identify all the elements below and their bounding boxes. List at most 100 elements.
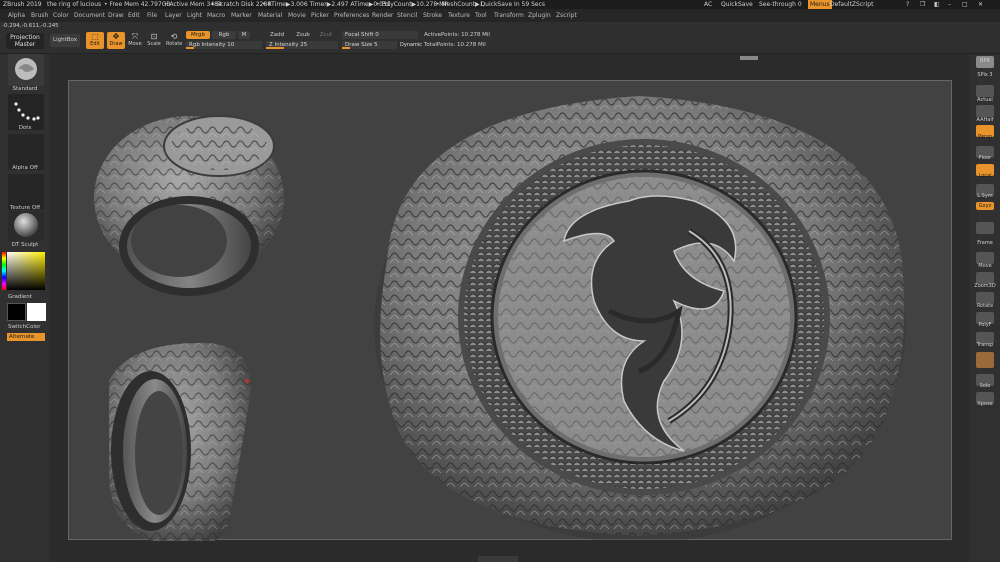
mrgb-button[interactable]: Mrgb: [186, 31, 210, 39]
menu-marker[interactable]: Marker: [231, 9, 252, 22]
ring-view-side: [109, 342, 251, 547]
menu-file[interactable]: File: [147, 9, 157, 22]
rotate-button[interactable]: ⟲ Rotate: [166, 32, 182, 49]
dock-icon[interactable]: ◧: [934, 0, 940, 9]
scale-icon: ⊡: [150, 32, 158, 41]
spix-slider[interactable]: SPix 3: [970, 72, 1000, 78]
menu-texture[interactable]: Texture: [448, 9, 470, 22]
scale-label: Scale: [147, 41, 161, 47]
xyz-label: Gxyz: [978, 203, 992, 209]
switch-color-button[interactable]: SwitchColor: [0, 324, 50, 330]
menu-material[interactable]: Material: [258, 9, 282, 22]
xpose-label: Xpose: [977, 401, 993, 407]
menu-edit[interactable]: Edit: [128, 9, 140, 22]
timers: • RTime▶3.006 Timer▶2.497 ATime▶0.031: [262, 1, 391, 8]
edit-label: Edit: [90, 41, 100, 47]
top-shelf: Projection Master LightBox ⬚ Edit ✥ Draw…: [0, 22, 1000, 54]
ac-label[interactable]: AC: [704, 0, 712, 9]
draw-label: Draw: [109, 41, 123, 47]
menu-document[interactable]: Document: [74, 9, 105, 22]
projection-master-button[interactable]: Projection Master: [6, 33, 44, 49]
menu-render[interactable]: Render: [372, 9, 393, 22]
actual-label: Actual: [977, 97, 993, 103]
color-picker[interactable]: [7, 252, 45, 290]
secondary-color-swatch[interactable]: [7, 303, 26, 321]
restore-icon[interactable]: ❐: [920, 0, 925, 9]
material-label: DT Sculpt: [11, 242, 39, 248]
quicksave-timer: • QuickSave In 59 Secs: [475, 1, 545, 8]
maximize-icon[interactable]: □: [962, 0, 968, 9]
canvas-area: [50, 54, 970, 562]
rgb-intensity-slider[interactable]: Rgb Intensity 10: [186, 41, 262, 49]
ring-render: [94, 96, 906, 547]
z-intensity-slider[interactable]: Z Intensity 25: [266, 41, 338, 49]
menu-light[interactable]: Light: [187, 9, 202, 22]
close-icon[interactable]: ✕: [978, 0, 983, 9]
menus-button[interactable]: Menus: [808, 0, 832, 9]
menu-zplugin[interactable]: Zplugin: [528, 9, 551, 22]
z-intensity-fill: [266, 47, 284, 49]
rotate-label: Rotate: [166, 41, 183, 47]
draw-size-fill: [342, 47, 350, 49]
floor-label: Floor: [978, 155, 992, 161]
edit-button[interactable]: ⬚ Edit: [86, 32, 104, 49]
draw-button[interactable]: ✥ Draw: [107, 32, 125, 49]
move-icon: ⤧: [131, 32, 139, 41]
main-color-swatch[interactable]: [27, 303, 46, 321]
lightbox-button[interactable]: LightBox: [50, 34, 80, 47]
polyf-label: PolyF: [978, 322, 992, 328]
menu-movie[interactable]: Movie: [288, 9, 306, 22]
menu-color[interactable]: Color: [53, 9, 69, 22]
ghost-icon[interactable]: [976, 352, 994, 368]
menu-stroke[interactable]: Stroke: [423, 9, 442, 22]
hue-strip[interactable]: [2, 252, 6, 290]
default-script[interactable]: DefaultZScript: [830, 0, 873, 9]
scale-button[interactable]: ⊡ Scale: [146, 32, 162, 49]
draw-size-slider[interactable]: Draw Size 5: [342, 41, 397, 49]
free-mem: • Free Mem 42.797GB: [104, 1, 171, 8]
menu-tool[interactable]: Tool: [475, 9, 487, 22]
dots-label: Dots: [18, 125, 32, 131]
zadd-button[interactable]: Zadd: [265, 31, 289, 39]
menu-zscript[interactable]: Zscript: [556, 9, 577, 22]
aahalf-icon[interactable]: [976, 105, 994, 117]
frame-icon[interactable]: [976, 222, 994, 234]
total-points: TotalPoints: 10.278 Mil: [424, 42, 486, 48]
bpr-label: BPR: [980, 58, 990, 64]
material-button[interactable]: [8, 211, 44, 241]
document-canvas[interactable]: [68, 80, 952, 547]
menu-layer[interactable]: Layer: [165, 9, 182, 22]
menu-transform[interactable]: Transform: [494, 9, 524, 22]
brush-standard-button[interactable]: [8, 54, 44, 86]
menu-brush[interactable]: Brush: [31, 9, 48, 22]
alternate-button[interactable]: Alternate: [7, 333, 45, 341]
see-through-slider[interactable]: See-through 0: [759, 0, 802, 9]
focal-shift-slider[interactable]: Focal Shift 0: [342, 31, 418, 39]
menu-stencil[interactable]: Stencil: [397, 9, 417, 22]
transp-label: Transp: [976, 342, 994, 348]
menu-macro[interactable]: Macro: [207, 9, 225, 22]
menu-alpha[interactable]: Alpha: [8, 9, 25, 22]
rgb-button[interactable]: Rgb: [212, 31, 236, 39]
zsub-button[interactable]: Zsub: [291, 31, 315, 39]
ring-view-front: [374, 96, 906, 543]
zcut-button[interactable]: Zcut: [317, 31, 335, 39]
ring-view-top: [94, 115, 284, 296]
menu-draw[interactable]: Draw: [108, 9, 124, 22]
help-icon[interactable]: ?: [906, 0, 909, 9]
menu-preferences[interactable]: Preferences: [334, 9, 369, 22]
bottom-tray-handle[interactable]: [478, 556, 518, 562]
menu-bar: Alpha Brush Color Document Draw Edit Fil…: [0, 9, 1000, 22]
quicksave-button[interactable]: QuickSave: [721, 0, 753, 9]
menu-picker[interactable]: Picker: [311, 9, 329, 22]
standard-brush-icon: [15, 58, 37, 80]
rotate-icon: ⟲: [170, 32, 178, 41]
canvas-scroll-handle[interactable]: [740, 56, 758, 60]
move-button[interactable]: ⤧ Move: [127, 32, 143, 49]
active-points: ActivePoints: 10.278 Mil: [424, 32, 490, 38]
minimize-icon[interactable]: –: [948, 0, 951, 9]
m-button[interactable]: M: [238, 31, 250, 39]
actual-icon[interactable]: [976, 85, 994, 97]
dynamic-toggle[interactable]: Dynamic: [400, 41, 422, 49]
local-label: Local: [978, 173, 992, 179]
